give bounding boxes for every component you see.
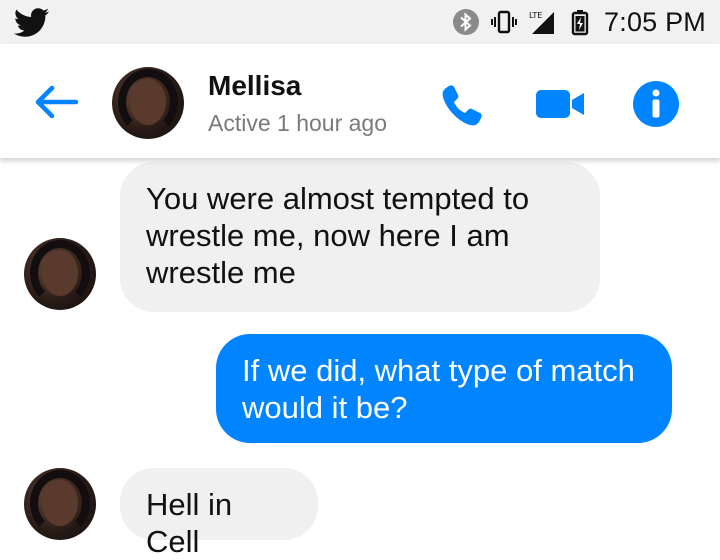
conversation-header: Mellisa Active 1 hour ago xyxy=(0,44,720,158)
avatar-face-shape xyxy=(130,79,166,125)
message-thread: You were almost tempted to wrestle me, n… xyxy=(0,158,720,559)
message-bubble-incoming[interactable]: Hell in Cell xyxy=(120,468,318,559)
lte-label: LTE xyxy=(529,11,542,20)
status-time: 7:05 PM xyxy=(604,6,706,37)
back-arrow-icon[interactable] xyxy=(30,80,82,124)
lte-signal-icon: LTE xyxy=(529,11,555,34)
message-bubble-incoming[interactable]: You were almost tempted to wrestle me, n… xyxy=(120,162,600,312)
battery-icon xyxy=(571,10,589,36)
phone-icon[interactable] xyxy=(440,82,486,128)
message-avatar[interactable] xyxy=(24,468,96,540)
avatar-face-shape xyxy=(42,250,78,296)
bird-icon xyxy=(14,8,49,37)
contact-avatar[interactable] xyxy=(112,67,184,139)
info-icon[interactable] xyxy=(632,80,680,128)
avatar-face-shape xyxy=(42,480,78,526)
vibrate-icon xyxy=(491,10,518,34)
status-icons: LTE 7:05 PM xyxy=(452,0,706,44)
status-bar: LTE 7:05 PM xyxy=(0,0,720,44)
video-camera-icon[interactable] xyxy=(534,84,586,124)
message-bubble-outgoing[interactable]: If we did, what type of match would it b… xyxy=(216,334,672,443)
bluetooth-icon xyxy=(453,9,480,35)
message-avatar[interactable] xyxy=(24,238,96,310)
contact-status: Active 1 hour ago xyxy=(208,110,388,136)
contact-name[interactable]: Mellisa xyxy=(208,70,301,102)
